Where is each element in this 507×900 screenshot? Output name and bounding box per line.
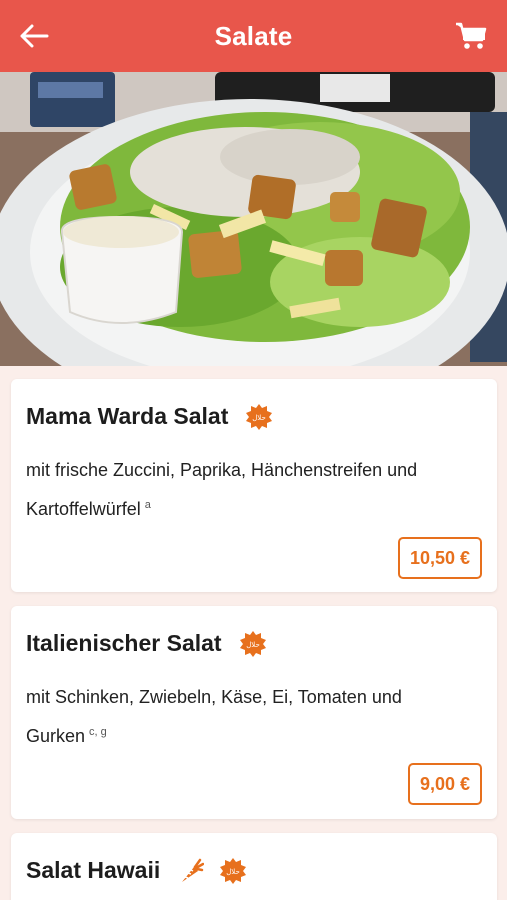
carrot-vegetarian-icon — [182, 858, 205, 882]
item-name-row: Italienischer Salat حلال — [26, 630, 266, 657]
allergen-codes: c, g — [89, 726, 107, 738]
hero-image — [0, 72, 507, 366]
item-name: Salat Hawaii — [26, 857, 161, 883]
app-header: Salate — [0, 0, 507, 72]
svg-text:حلال: حلال — [246, 641, 260, 649]
svg-text:حلال: حلال — [253, 414, 267, 422]
price-button[interactable]: 10,50 € — [397, 537, 482, 579]
allergen-codes: a — [144, 499, 151, 511]
halal-badge-icon: حلال — [220, 857, 247, 884]
item-name: Mama Warda Salat — [26, 403, 229, 429]
arrow-left-icon — [20, 24, 49, 48]
item-badges: حلال — [246, 403, 273, 430]
item-description: mit Schinken, Zwiebeln, Käse, Ei, Tomate… — [26, 687, 402, 746]
item-name: Italienischer Salat — [26, 630, 222, 656]
back-button[interactable] — [14, 18, 54, 54]
item-badges: حلال — [239, 630, 266, 657]
item-name-row: Mama Warda Salat حلال — [26, 403, 273, 430]
cart-button[interactable] — [451, 16, 491, 56]
menu-item-card[interactable]: Salat Hawaii حلال — [11, 833, 497, 900]
item-badges: حلال — [178, 857, 247, 884]
svg-text:حلال: حلال — [226, 868, 240, 876]
item-description: mit frische Zuccini, Paprika, Hänchenstr… — [26, 460, 418, 519]
halal-badge-icon: حلال — [239, 630, 266, 657]
item-name-row: Salat Hawaii حلال — [26, 857, 247, 884]
salad-photo — [0, 72, 507, 366]
menu-item-card[interactable]: Italienischer Salat حلال mit Schinken, Z… — [11, 606, 497, 819]
halal-badge-icon: حلال — [246, 403, 273, 430]
price-button[interactable]: 9,00 € — [407, 763, 482, 805]
shopping-cart-icon — [456, 22, 487, 49]
page-title: Salate — [214, 20, 293, 51]
menu-item-card[interactable]: Mama Warda Salat حلال mit frische Zuccin… — [11, 379, 497, 592]
